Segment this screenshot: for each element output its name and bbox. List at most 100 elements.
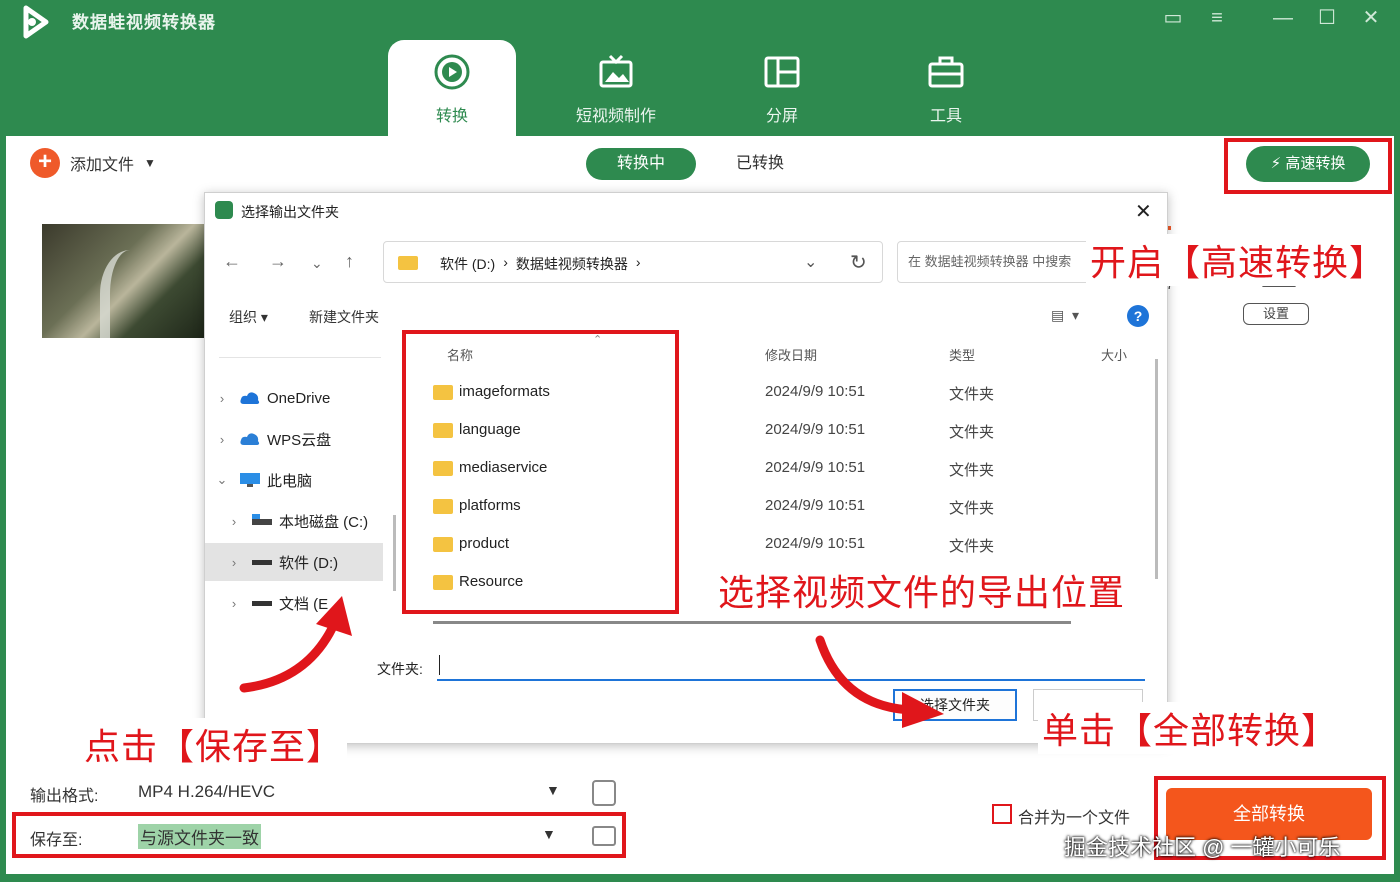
minimize-icon[interactable]: — (1270, 6, 1296, 30)
chevron-right-icon[interactable]: › (217, 514, 251, 529)
tab-short-video[interactable]: 短视频制作 (552, 40, 680, 136)
tree-item-onedrive[interactable]: › OneDrive (205, 379, 383, 417)
file-date: 2024/9/9 10:51 (765, 535, 866, 552)
tab-label: 分屏 (765, 108, 798, 125)
view-options-icon[interactable]: ▤ ▾ (1051, 307, 1079, 324)
cloud-icon (240, 392, 260, 404)
organize-menu[interactable]: 组织 ▾ (229, 307, 268, 327)
breadcrumb: 软件 (D:) › 数据蛙视频转换器 › (440, 254, 641, 274)
file-date: 2024/9/9 10:51 (765, 497, 866, 514)
split-screen-icon (764, 56, 800, 88)
drive-icon (252, 560, 272, 565)
chevron-right-icon[interactable]: › (217, 555, 251, 570)
tab-convert[interactable]: 转换 (388, 40, 516, 136)
cloud-icon (240, 433, 260, 445)
close-icon[interactable]: ✕ (1135, 199, 1152, 224)
tab-label: 短视频制作 (575, 108, 656, 125)
chevron-down-icon[interactable]: ⌄ (804, 252, 817, 272)
tree-item-label: 本地磁盘 (C:) (279, 513, 369, 531)
file-type: 文件夹 (949, 424, 995, 441)
convert-icon (434, 54, 470, 90)
forward-arrow-icon[interactable]: → (269, 251, 287, 272)
save-to-select[interactable]: 与源文件夹一致 (138, 824, 261, 849)
horizontal-scrollbar[interactable] (433, 621, 1071, 624)
tab-label: 工具 (929, 108, 962, 125)
tree-item-label: WPS云盘 (267, 431, 332, 449)
file-type: 文件夹 (949, 538, 995, 555)
help-icon[interactable]: ? (1127, 305, 1149, 327)
merge-label: 合并为一个文件 (1018, 810, 1131, 827)
file-date: 2024/9/9 10:51 (765, 459, 866, 476)
annotation-save-to: 点击【保存至】 (80, 718, 348, 770)
tree-item-label: 此电脑 (267, 472, 313, 490)
file-type: 文件夹 (949, 386, 995, 403)
tree-item-drive-d[interactable]: › 软件 (D:) (205, 543, 383, 581)
annotation-high-speed: 开启【高速转换】 (1086, 234, 1391, 286)
chevron-down-icon[interactable]: ▼ (144, 156, 156, 170)
file-type: 文件夹 (949, 462, 995, 479)
thumbnail-detail (100, 250, 160, 338)
text-caret (439, 655, 440, 675)
folder-input[interactable] (437, 651, 1145, 681)
breadcrumb-separator: › (635, 254, 641, 270)
column-header-date[interactable]: 修改日期 (765, 345, 817, 364)
breadcrumb-item[interactable]: 数据蛙视频转换器 (516, 254, 628, 274)
file-type: 文件夹 (949, 500, 995, 517)
chevron-down-icon[interactable]: ⌄ (205, 472, 239, 488)
tree-item-label: OneDrive (267, 389, 331, 407)
annotation-export-location: 选择视频文件的导出位置 (714, 564, 1130, 616)
merge-checkbox[interactable] (992, 804, 1012, 824)
open-folder-icon[interactable] (592, 826, 616, 846)
app-logo-icon (23, 5, 49, 39)
scrollbar[interactable] (393, 515, 396, 591)
tab-tools[interactable]: 工具 (882, 40, 1010, 136)
up-arrow-icon[interactable]: ↑ (345, 251, 354, 272)
chevron-right-icon[interactable]: › (205, 391, 239, 406)
menu-icon[interactable]: ≡ (1204, 6, 1230, 30)
tree-item-this-pc[interactable]: ⌄ 此电脑 (205, 461, 383, 499)
format-settings-icon[interactable] (592, 780, 616, 806)
output-format-select[interactable]: MP4 H.264/HEVC (138, 782, 275, 802)
add-file-label: 添加文件 (70, 157, 135, 174)
annotation-highlight-box (12, 812, 626, 858)
back-arrow-icon[interactable]: ← (223, 251, 241, 272)
feedback-icon[interactable]: ▭ (1160, 6, 1186, 30)
chevron-down-icon[interactable]: ▼ (546, 782, 560, 798)
annotation-arrow-icon (815, 635, 944, 728)
plus-icon: + (30, 148, 60, 178)
annotation-convert-all: 单击【全部转换】 (1038, 702, 1343, 754)
watermark: 掘金技术社区 @ 一罐小可乐 (1064, 835, 1341, 860)
annotation-highlight-box (402, 330, 679, 614)
breadcrumb-separator: › (503, 254, 508, 270)
window-border (0, 136, 6, 882)
app-small-icon (215, 201, 233, 219)
recent-chevron-icon[interactable]: ⌄ (311, 255, 323, 272)
tab-converted[interactable]: 已转换 (720, 148, 800, 180)
tree-item-wps-cloud[interactable]: › WPS云盘 (205, 420, 383, 458)
tree-item-drive-c[interactable]: › 本地磁盘 (C:) (205, 502, 383, 540)
refresh-icon[interactable]: ↻ (850, 250, 867, 275)
column-header-type[interactable]: 类型 (949, 345, 975, 364)
new-folder-button[interactable]: 新建文件夹 (309, 307, 379, 327)
high-speed-button[interactable]: ⚡ 高速转换 (1246, 146, 1370, 182)
address-bar[interactable]: 软件 (D:) › 数据蛙视频转换器 › ⌄ ↻ (383, 241, 883, 283)
chevron-right-icon[interactable]: › (205, 432, 239, 447)
high-speed-label: 高速转换 (1285, 155, 1346, 172)
maximize-icon[interactable]: ☐ (1314, 6, 1340, 30)
lightning-icon: ⚡ (1270, 155, 1286, 172)
column-header-size[interactable]: 大小 (1101, 345, 1127, 364)
window-border (1394, 136, 1400, 882)
breadcrumb-item[interactable]: 软件 (D:) (440, 254, 495, 274)
settings-button[interactable]: 设置 (1243, 303, 1309, 325)
chevron-down-icon[interactable]: ▼ (542, 826, 556, 842)
tab-split-screen[interactable]: 分屏 (718, 40, 846, 136)
scrollbar[interactable] (1155, 359, 1158, 579)
toolbox-icon (928, 56, 964, 88)
computer-icon (240, 473, 260, 487)
close-icon[interactable]: ✕ (1358, 6, 1384, 30)
folder-icon (398, 256, 418, 270)
tab-converting[interactable]: 转换中 (586, 148, 696, 180)
add-file-button[interactable]: + 添加文件 ▼ (30, 148, 156, 178)
dialog-title-bar (205, 193, 1167, 227)
window-border (0, 874, 1400, 882)
